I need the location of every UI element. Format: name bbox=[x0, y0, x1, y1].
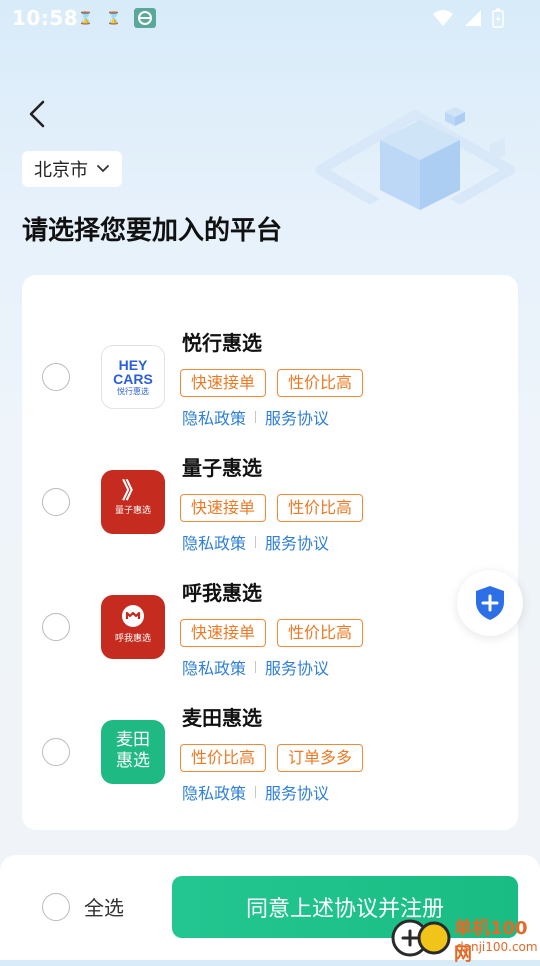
platform-radio[interactable] bbox=[42, 363, 70, 391]
signal-icon bbox=[465, 10, 481, 26]
platform-radio[interactable] bbox=[42, 613, 70, 641]
select-all-radio[interactable] bbox=[42, 892, 70, 921]
platform-radio[interactable] bbox=[42, 738, 70, 766]
status-time: 10:58 bbox=[12, 6, 79, 30]
platform-tags: 快速接单 性价比高 bbox=[180, 619, 364, 647]
platform-tags: 快速接单 性价比高 bbox=[180, 494, 364, 522]
status-notification-icons: ⌛ ⌛ bbox=[78, 8, 156, 28]
city-label: 北京市 bbox=[34, 160, 88, 181]
logo-text: 量子惠选 bbox=[114, 506, 151, 516]
platform-name: 麦田惠选 bbox=[182, 706, 262, 730]
service-agreement-link[interactable]: 服务协议 bbox=[265, 530, 329, 554]
platform-tag: 性价比高 bbox=[277, 369, 364, 397]
privacy-policy-link[interactable]: 隐私政策 bbox=[182, 530, 246, 554]
wifi-icon bbox=[433, 10, 453, 26]
select-all-label: 全选 bbox=[84, 896, 124, 920]
chevron-down-icon bbox=[97, 165, 109, 173]
platform-name: 量子惠选 bbox=[182, 456, 262, 480]
platform-links: 隐私政策 服务协议 bbox=[182, 405, 329, 429]
logo-text: 惠选 bbox=[116, 751, 150, 771]
platform-tag: 快速接单 bbox=[180, 494, 267, 522]
notification-icon: ⌛ bbox=[78, 11, 93, 25]
link-divider bbox=[255, 536, 257, 548]
logo-text: 悦行惠选 bbox=[117, 387, 149, 396]
liangzi-logo: 》 量子惠选 bbox=[101, 470, 165, 534]
chevron-left-icon bbox=[29, 100, 45, 128]
platform-tag: 订单多多 bbox=[277, 744, 364, 772]
platform-item-huwo[interactable]: 呼我惠选 呼我惠选 快速接单 性价比高 隐私政策 服务协议 bbox=[22, 577, 518, 679]
huwo-mark-icon bbox=[122, 605, 144, 627]
service-agreement-link[interactable]: 服务协议 bbox=[265, 780, 329, 804]
shield-plus-icon bbox=[476, 586, 504, 620]
platform-name: 悦行惠选 bbox=[182, 331, 262, 355]
logo-text: 呼我惠选 bbox=[114, 634, 151, 644]
logo-text: 麦田 bbox=[116, 730, 150, 750]
platform-name: 呼我惠选 bbox=[182, 581, 262, 605]
select-all-toggle[interactable]: 全选 bbox=[42, 892, 124, 921]
platform-radio[interactable] bbox=[42, 488, 70, 516]
logo-text: HEY bbox=[118, 357, 148, 373]
platform-links: 隐私政策 服务协议 bbox=[182, 530, 329, 554]
platform-tag: 快速接单 bbox=[180, 369, 267, 397]
privacy-policy-link[interactable]: 隐私政策 bbox=[182, 655, 246, 679]
notification-icon: ⌛ bbox=[106, 11, 121, 25]
platform-tag: 性价比高 bbox=[180, 744, 267, 772]
platform-tag: 性价比高 bbox=[277, 494, 364, 522]
service-agreement-link[interactable]: 服务协议 bbox=[265, 655, 329, 679]
battery-icon bbox=[492, 8, 504, 28]
site-watermark: 单机100网 danji100.com bbox=[388, 910, 540, 965]
yuexing-logo: HEY CARS 悦行惠选 bbox=[101, 345, 165, 409]
back-button[interactable] bbox=[22, 96, 54, 132]
service-agreement-link[interactable]: 服务协议 bbox=[265, 405, 329, 429]
logo-text: CARS bbox=[113, 371, 153, 387]
platform-list-card: HEY CARS 悦行惠选 悦行惠选 快速接单 性价比高 隐私政策 服务协议 》… bbox=[22, 275, 518, 830]
platform-tag: 快速接单 bbox=[180, 619, 267, 647]
platform-links: 隐私政策 服务协议 bbox=[182, 780, 329, 804]
platform-tag: 性价比高 bbox=[277, 619, 364, 647]
platform-item-yuexing[interactable]: HEY CARS 悦行惠选 悦行惠选 快速接单 性价比高 隐私政策 服务协议 bbox=[22, 327, 518, 429]
platform-item-maitian[interactable]: 麦田 惠选 麦田惠选 性价比高 订单多多 隐私政策 服务协议 bbox=[22, 702, 518, 804]
watermark-url: danji100.com bbox=[456, 940, 538, 954]
platform-links: 隐私政策 服务协议 bbox=[182, 655, 329, 679]
watermark-logo-icon bbox=[391, 919, 451, 957]
link-divider bbox=[255, 786, 257, 798]
city-selector[interactable]: 北京市 bbox=[22, 151, 122, 187]
decorative-cube-graphic bbox=[315, 107, 515, 240]
app-notification-icon bbox=[134, 8, 156, 28]
huwo-logo: 呼我惠选 bbox=[101, 595, 165, 659]
privacy-policy-link[interactable]: 隐私政策 bbox=[182, 780, 246, 804]
status-system-icons bbox=[432, 8, 504, 28]
link-divider bbox=[255, 411, 257, 423]
link-divider bbox=[255, 661, 257, 673]
platform-tags: 快速接单 性价比高 bbox=[180, 369, 364, 397]
page-title: 请选择您要加入的平台 bbox=[22, 216, 283, 246]
security-shield-button[interactable] bbox=[457, 570, 523, 636]
logo-mark: 》 bbox=[121, 479, 144, 504]
maitian-logo: 麦田 惠选 bbox=[101, 720, 165, 784]
platform-tags: 性价比高 订单多多 bbox=[180, 744, 364, 772]
privacy-policy-link[interactable]: 隐私政策 bbox=[182, 405, 246, 429]
status-bar: 10:58 ⌛ ⌛ bbox=[0, 0, 540, 36]
platform-item-liangzi[interactable]: 》 量子惠选 量子惠选 快速接单 性价比高 隐私政策 服务协议 bbox=[22, 452, 518, 554]
